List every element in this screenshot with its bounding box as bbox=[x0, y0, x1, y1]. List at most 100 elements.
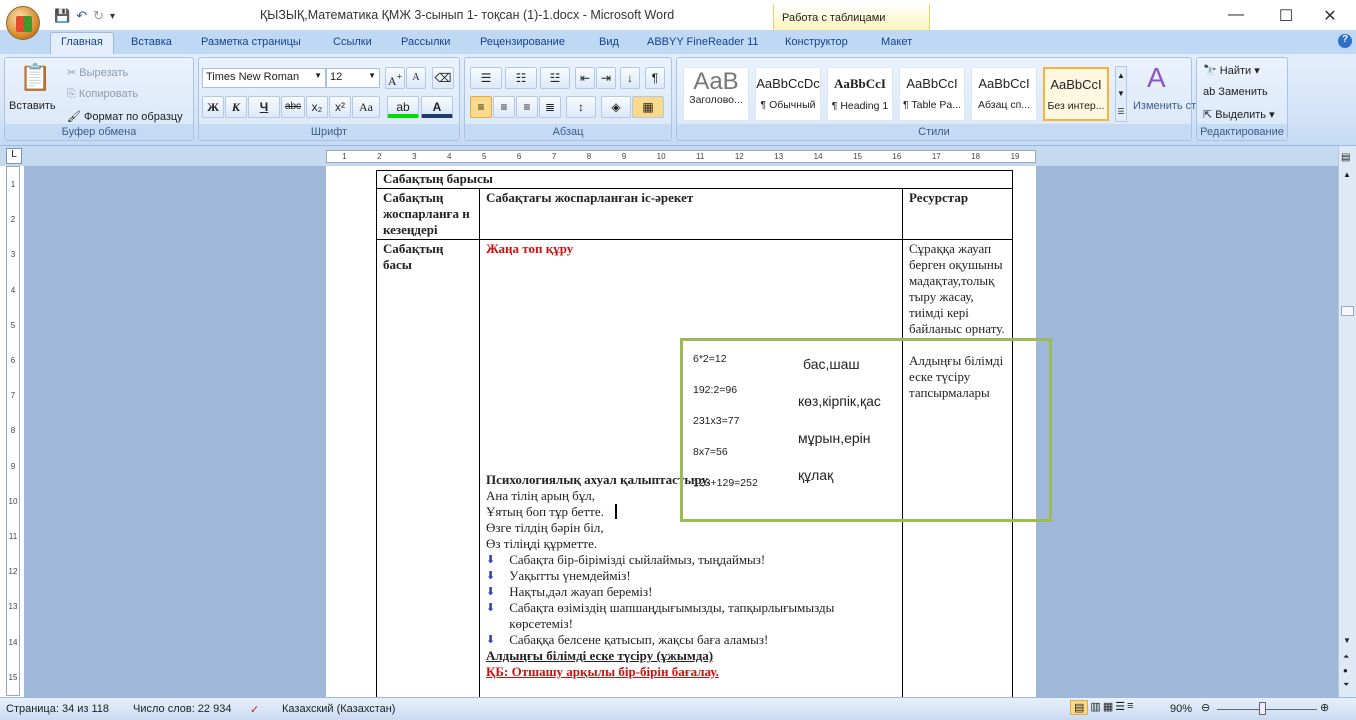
tab-review[interactable]: Рецензирование bbox=[480, 36, 565, 48]
zoom-slider[interactable] bbox=[1217, 709, 1317, 710]
scroll-up-icon[interactable]: ▲ bbox=[1343, 170, 1351, 179]
horizontal-ruler[interactable]: 1 2 3 4 5 6 7 8 9 10 11 12 13 14 15 16 17 18 19 bbox=[326, 150, 1036, 163]
strikethrough-button[interactable]: abc bbox=[281, 96, 305, 118]
browse-object-icon[interactable]: ● bbox=[1343, 666, 1348, 675]
clear-format-button[interactable]: ⌫ bbox=[432, 67, 454, 89]
ruler-toggle-icon[interactable]: ▤ bbox=[1341, 152, 1350, 163]
word-box: 6*2=12 192:2=96 231x3=77 8x7=56 123+129=… bbox=[680, 338, 1052, 522]
previous-page-icon[interactable]: ⏶ bbox=[1343, 652, 1349, 662]
tab-selector[interactable]: L bbox=[6, 148, 22, 164]
print-layout-icon[interactable]: ▤ bbox=[1070, 700, 1089, 715]
ruler-tick-label: 1 bbox=[342, 152, 347, 161]
zoom-in-icon[interactable]: ⊕ bbox=[1320, 701, 1329, 714]
tab-design[interactable]: Конструктор bbox=[785, 36, 848, 48]
copy-button[interactable]: ⎘ Копировать bbox=[67, 88, 138, 101]
style-heading-1[interactable]: AaBbCcI ¶ Heading 1 bbox=[827, 67, 893, 121]
close-button[interactable]: ✕ bbox=[1320, 6, 1340, 26]
help-icon[interactable]: ? bbox=[1338, 34, 1352, 48]
web-layout-icon[interactable]: ▦ bbox=[1103, 700, 1113, 715]
shrink-font-button[interactable]: A bbox=[406, 67, 426, 89]
bold-button[interactable]: Ж bbox=[202, 96, 224, 118]
italic-button[interactable]: К bbox=[225, 96, 247, 118]
tab-home[interactable]: Главная bbox=[50, 32, 114, 54]
section-title: Сабақтың барысы bbox=[376, 170, 1013, 189]
underline-button[interactable]: Ч bbox=[248, 96, 280, 118]
show-marks-icon[interactable]: ¶ bbox=[645, 67, 665, 89]
draft-icon[interactable]: ≡ bbox=[1127, 700, 1133, 715]
paste-icon[interactable]: 📋 bbox=[19, 62, 51, 93]
zoom-level[interactable]: 90% bbox=[1170, 703, 1192, 715]
style-normal[interactable]: AaBbCcDc ¶ Обычный bbox=[755, 67, 821, 121]
numbering-icon[interactable]: ☷ bbox=[505, 67, 537, 89]
sort-icon[interactable]: ↓ bbox=[620, 67, 640, 89]
grow-font-button[interactable]: A+ bbox=[385, 67, 405, 89]
increase-indent-icon[interactable]: ⇥ bbox=[596, 67, 616, 89]
align-center-icon[interactable]: ≡ bbox=[493, 96, 515, 118]
borders-icon[interactable]: ▦ bbox=[632, 96, 664, 118]
line-spacing-icon[interactable]: ↕ bbox=[566, 96, 596, 118]
ruler-tick-label: 14 bbox=[8, 637, 18, 647]
subscript-button[interactable]: x₂ bbox=[306, 96, 328, 118]
font-size-select[interactable]: 12 ▼ bbox=[326, 68, 380, 88]
scroll-thumb[interactable] bbox=[1341, 306, 1354, 316]
tab-layout[interactable]: Макет bbox=[881, 36, 912, 48]
superscript-button[interactable]: x² bbox=[329, 96, 351, 118]
tab-insert[interactable]: Вставка bbox=[131, 36, 172, 48]
paste-button[interactable]: Вставить bbox=[9, 100, 56, 112]
ruler-tick-label: 15 bbox=[853, 152, 862, 161]
vertical-ruler[interactable]: 1 2 3 4 5 6 7 8 9 10 11 12 13 14 15 bbox=[6, 166, 20, 696]
minimize-button[interactable]: — bbox=[1226, 6, 1246, 24]
outline-icon[interactable]: ☰ bbox=[1115, 700, 1125, 715]
replace-button[interactable]: ab Заменить bbox=[1203, 86, 1268, 98]
ruler-tick-label: 3 bbox=[412, 152, 417, 161]
proofing-icon[interactable]: ✓ bbox=[250, 703, 259, 716]
full-screen-reading-icon[interactable]: ▥ bbox=[1090, 700, 1100, 715]
tab-abbyy[interactable]: ABBYY FineReader 11 bbox=[647, 36, 759, 48]
next-page-icon[interactable]: ⏷ bbox=[1343, 680, 1349, 690]
change-case-button[interactable]: Aa bbox=[352, 96, 380, 118]
cut-button[interactable]: ✂ Вырезать bbox=[67, 66, 128, 79]
scroll-down-icon[interactable]: ▼ bbox=[1343, 636, 1351, 645]
ruler-tick-label: 18 bbox=[971, 152, 981, 161]
style-no-spacing[interactable]: AaBbCcI Без интер... bbox=[1043, 67, 1109, 121]
change-styles-icon[interactable]: A bbox=[1147, 62, 1166, 94]
shading-icon[interactable]: ◈ bbox=[601, 96, 631, 118]
word-count[interactable]: Число слов: 22 934 bbox=[133, 703, 231, 715]
decrease-indent-icon[interactable]: ⇤ bbox=[575, 67, 595, 89]
format-painter-button[interactable]: 🖌 Формат по образцу bbox=[67, 110, 183, 123]
style-list-paragraph[interactable]: AaBbCcI Абзац сп... bbox=[971, 67, 1037, 121]
zoom-slider-thumb[interactable] bbox=[1259, 702, 1266, 715]
tab-page-layout[interactable]: Разметка страницы bbox=[201, 36, 301, 48]
style-table-paragraph[interactable]: AaBbCcI ¶ Table Pa... bbox=[899, 67, 965, 121]
styles-scroll[interactable]: ▲ ▼ ☰ bbox=[1115, 66, 1127, 122]
style-heading[interactable]: AaB Заголово... bbox=[683, 67, 749, 121]
select-button[interactable]: ⇱ Выделить ▾ bbox=[1203, 108, 1275, 121]
page-count[interactable]: Страница: 34 из 118 bbox=[6, 703, 109, 715]
activity-cell[interactable]: Жаңа топ құру 6*2=12 192:2=96 231x3=77 8… bbox=[479, 239, 1052, 710]
find-button[interactable]: 🔭 Найти ▾ bbox=[1203, 64, 1260, 77]
customize-qat-icon[interactable]: ▾ bbox=[110, 11, 115, 22]
align-right-icon[interactable]: ≡ bbox=[516, 96, 538, 118]
justify-icon[interactable]: ≣ bbox=[539, 96, 561, 118]
vertical-scrollbar[interactable]: ▤ ▲ ▼ ⏶ ● ⏷ bbox=[1338, 146, 1356, 697]
language[interactable]: Казахский (Казахстан) bbox=[282, 703, 395, 715]
redo-icon[interactable]: ↻ bbox=[93, 8, 104, 24]
word-group: көз,кірпік,қас bbox=[798, 393, 881, 409]
highlight-icon[interactable]: ab bbox=[387, 96, 419, 118]
bullets-icon[interactable]: ☰ bbox=[470, 67, 502, 89]
list-item: ⬇ Сабаққа белсене қатысып, жақсы баға ала… bbox=[486, 632, 769, 647]
maximize-button[interactable]: ☐ bbox=[1276, 6, 1296, 26]
tab-view[interactable]: Вид bbox=[599, 36, 619, 48]
tab-mailings[interactable]: Рассылки bbox=[401, 36, 450, 48]
zoom-out-icon[interactable]: ⊖ bbox=[1201, 701, 1210, 714]
office-button[interactable] bbox=[6, 6, 40, 40]
align-left-icon[interactable]: ≡ bbox=[470, 96, 492, 118]
multilevel-list-icon[interactable]: ☳ bbox=[540, 67, 570, 89]
font-name-select[interactable]: Times New Roman ▼ bbox=[202, 68, 326, 88]
font-color-icon[interactable]: A bbox=[421, 96, 453, 118]
word-group: құлақ bbox=[798, 467, 834, 483]
undo-icon[interactable]: ↶ bbox=[76, 8, 87, 24]
ruler-tick-label: 12 bbox=[8, 567, 18, 577]
save-icon[interactable]: 💾 bbox=[54, 8, 70, 24]
tab-references[interactable]: Ссылки bbox=[333, 36, 372, 48]
